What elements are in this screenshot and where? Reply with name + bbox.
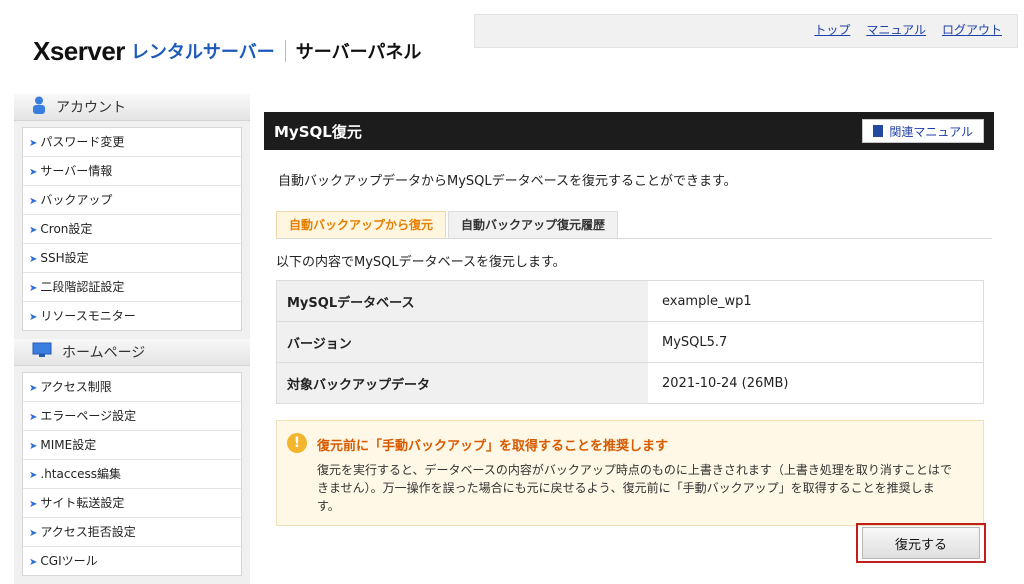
sidebar-section-account[interactable]: アカウント	[14, 94, 250, 121]
warning-title: 復元前に「手動バックアップ」を取得することを推奨します	[317, 439, 669, 454]
arrow-icon: ➤	[29, 470, 38, 481]
logo-xserver: Xserver	[33, 35, 125, 66]
main-content: MySQL復元 関連マニュアル 自動バックアップデータからMySQLデータベース…	[264, 112, 994, 563]
arrow-icon: ➤	[29, 441, 38, 452]
page-title-bar: MySQL復元 関連マニュアル	[264, 112, 994, 150]
table-label: MySQLデータベース	[276, 280, 648, 322]
arrow-icon: ➤	[29, 167, 38, 178]
sidebar-item-label: サーバー情報	[40, 164, 113, 178]
sidebar-section-label: ホームページ	[62, 345, 146, 361]
sidebar-item-htaccess[interactable]: ➤ .htaccess編集	[23, 460, 241, 489]
tab-restore-history[interactable]: 自動バックアップ復元履歴	[448, 211, 619, 238]
sidebar-item-password[interactable]: ➤ パスワード変更	[23, 128, 241, 157]
sidebar-item-access-deny[interactable]: ➤ アクセス拒否設定	[23, 518, 241, 547]
tab-restore-from-auto-backup[interactable]: 自動バックアップから復元	[276, 211, 447, 238]
sidebar-item-label: アクセス拒否設定	[40, 525, 136, 539]
arrow-icon: ➤	[29, 254, 38, 265]
restore-button[interactable]: 復元する	[862, 527, 980, 559]
sidebar-item-label: CGIツール	[40, 554, 98, 568]
table-value: example_wp1	[648, 280, 984, 322]
table-row: 対象バックアップデータ 2021-10-24 (26MB)	[276, 362, 984, 404]
sidebar-item-label: バックアップ	[40, 193, 113, 207]
warning-icon: !	[287, 433, 307, 453]
arrow-icon: ➤	[29, 225, 38, 236]
restore-description: 以下の内容でMySQLデータベースを復元します。	[276, 255, 566, 270]
related-manual-button[interactable]: 関連マニュアル	[862, 119, 984, 143]
sidebar-item-label: 二段階認証設定	[40, 280, 125, 294]
sidebar-item-access-limit[interactable]: ➤ アクセス制限	[23, 373, 241, 402]
page-title: MySQL復元	[274, 122, 362, 141]
sidebar-item-label: .htaccess編集	[40, 467, 121, 481]
logo-panel: サーバーパネル	[295, 42, 422, 63]
sidebar-item-label: サイト転送設定	[40, 496, 125, 510]
sidebar-item-label: SSH設定	[40, 251, 89, 265]
sidebar-item-cron[interactable]: ➤ Cron設定	[23, 215, 241, 244]
arrow-icon: ➤	[29, 412, 38, 423]
top-nav-links: トップ マニュアル ログアウト	[814, 21, 1002, 38]
sidebar-item-ssh[interactable]: ➤ SSH設定	[23, 244, 241, 273]
sidebar: アカウント ➤ パスワード変更 ➤ サーバー情報 ➤ バックアップ ➤ Cron設定 ➤…	[14, 94, 250, 584]
sidebar-item-2fa[interactable]: ➤ 二段階認証設定	[23, 273, 241, 302]
table-label: 対象バックアップデータ	[276, 362, 648, 404]
account-menu: ➤ パスワード変更 ➤ サーバー情報 ➤ バックアップ ➤ Cron設定 ➤ SSH設定 …	[22, 127, 242, 331]
sidebar-item-cgi[interactable]: ➤ CGIツール	[23, 547, 241, 575]
homepage-menu: ➤ アクセス制限 ➤ エラーページ設定 ➤ MIME設定 ➤ .htaccess編集 ➤…	[22, 372, 242, 576]
arrow-icon: ➤	[29, 499, 38, 510]
logo-rental: レンタルサーバー	[130, 42, 275, 63]
sidebar-item-label: MIME設定	[40, 438, 97, 452]
book-icon	[873, 125, 884, 137]
logout-link[interactable]: ログアウト	[942, 21, 1002, 38]
arrow-icon: ➤	[29, 312, 38, 323]
arrow-icon: ➤	[29, 138, 38, 149]
table-label: バージョン	[276, 321, 648, 363]
sidebar-item-redirect[interactable]: ➤ サイト転送設定	[23, 489, 241, 518]
warning-box: ! 復元前に「手動バックアップ」を取得することを推奨します 復元を実行すると、デ…	[276, 420, 984, 526]
sidebar-item-server-info[interactable]: ➤ サーバー情報	[23, 157, 241, 186]
sidebar-item-label: アクセス制限	[40, 380, 112, 394]
restore-button-highlight: 復元する	[856, 523, 986, 563]
arrow-icon: ➤	[29, 383, 38, 394]
sidebar-item-label: エラーページ設定	[40, 409, 137, 423]
monitor-icon	[32, 342, 52, 362]
sidebar-item-mime[interactable]: ➤ MIME設定	[23, 431, 241, 460]
arrow-icon: ➤	[29, 528, 38, 539]
arrow-icon: ➤	[29, 196, 38, 207]
sidebar-item-label: Cron設定	[40, 222, 93, 236]
warning-body: 復元を実行すると、データベースの内容がバックアップ時点のものに上書きされます（上…	[317, 463, 952, 513]
sidebar-item-backup[interactable]: ➤ バックアップ	[23, 186, 241, 215]
sidebar-item-resource-monitor[interactable]: ➤ リソースモニター	[23, 302, 241, 330]
table-value: MySQL5.7	[648, 321, 984, 363]
top-link[interactable]: トップ	[814, 21, 850, 38]
table-row: バージョン MySQL5.7	[276, 321, 984, 363]
tabs: 自動バックアップから復元 自動バックアップ復元履歴	[276, 211, 992, 239]
sidebar-section-homepage[interactable]: ホームページ	[14, 339, 250, 366]
sidebar-section-label: アカウント	[56, 100, 126, 116]
xserver-logo[interactable]: Xserver レンタルサーバー サーバーパネル	[33, 34, 421, 68]
related-manual-label: 関連マニュアル	[889, 124, 973, 139]
arrow-icon: ➤	[29, 557, 38, 568]
intro-text: 自動バックアップデータからMySQLデータベースを復元することができます。	[278, 174, 737, 189]
arrow-icon: ➤	[29, 283, 38, 294]
sidebar-item-label: リソースモニター	[40, 309, 136, 323]
user-icon	[32, 96, 46, 118]
header: Xserver レンタルサーバー サーバーパネル トップ マニュアル ログアウト	[0, 0, 1024, 92]
sidebar-item-label: パスワード変更	[40, 135, 125, 149]
logo-divider	[284, 40, 286, 62]
table-row: MySQLデータベース example_wp1	[276, 280, 984, 322]
restore-info-table: MySQLデータベース example_wp1 バージョン MySQL5.7 対…	[276, 280, 984, 404]
manual-link[interactable]: マニュアル	[866, 21, 926, 38]
table-value: 2021-10-24 (26MB)	[648, 362, 984, 404]
sidebar-item-error-page[interactable]: ➤ エラーページ設定	[23, 402, 241, 431]
